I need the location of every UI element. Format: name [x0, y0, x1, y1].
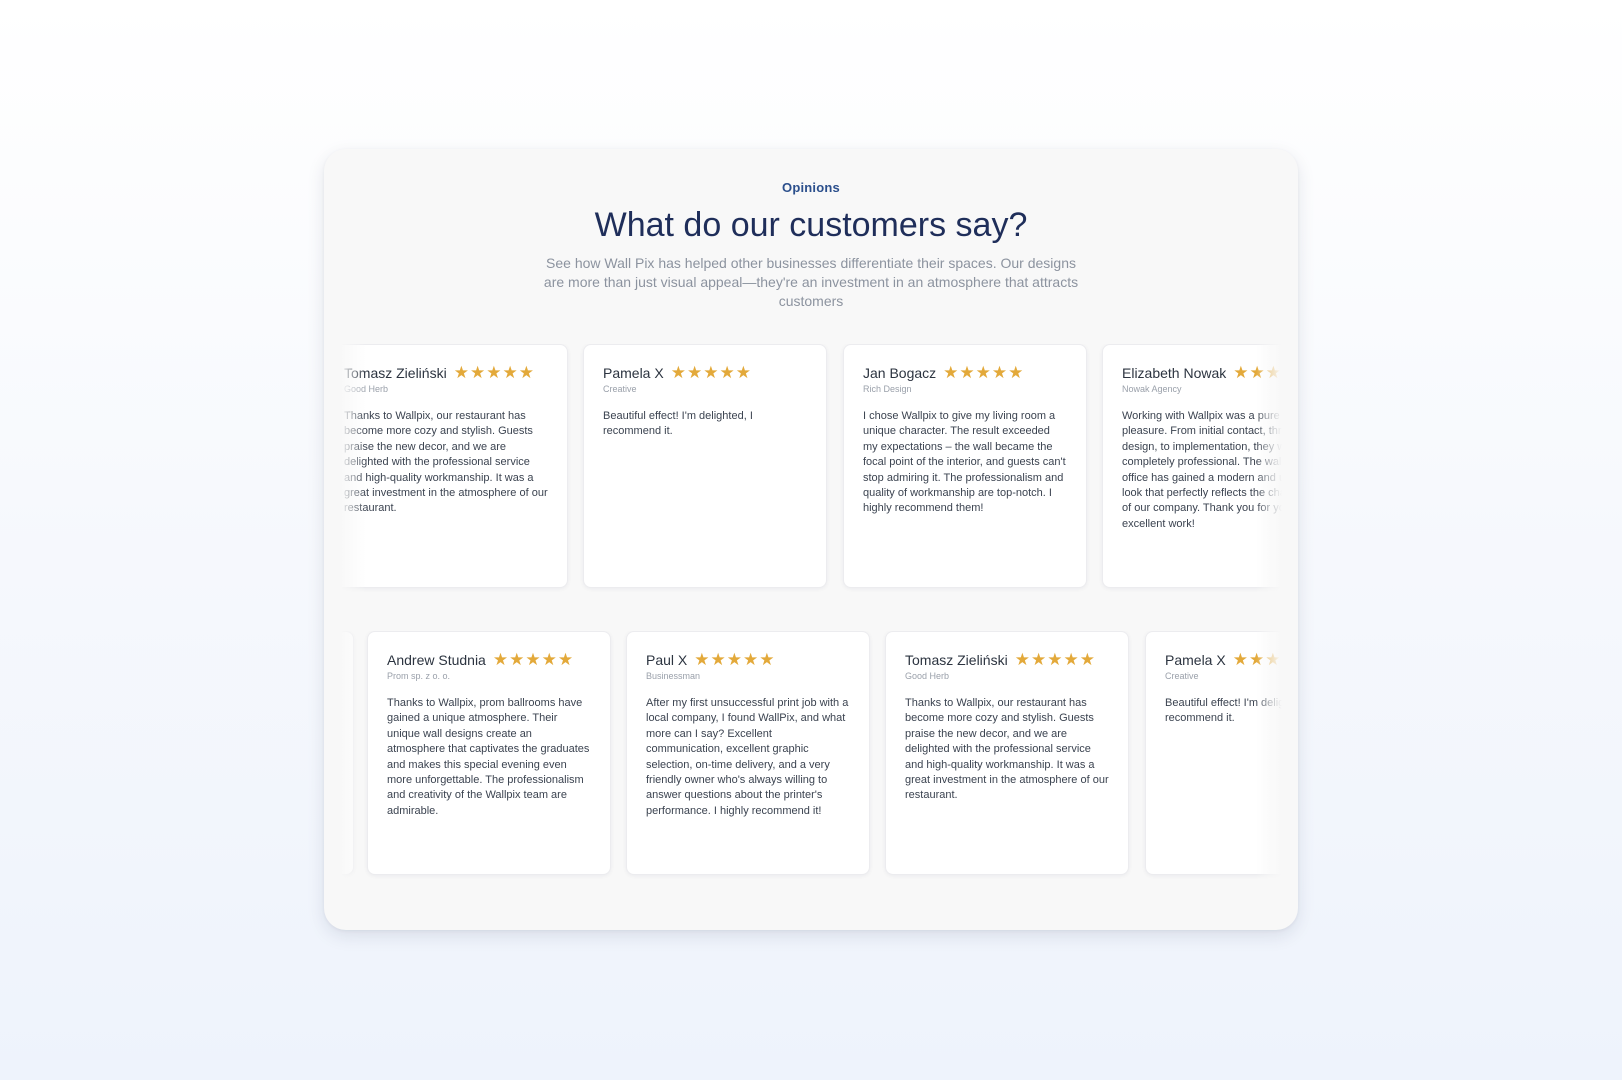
rating-stars: ★★★★★ — [493, 651, 573, 668]
section-title: What do our customers say? — [594, 206, 1028, 244]
review-text: Beautiful effect! I'm delighted, I recom… — [1165, 697, 1282, 725]
star-icon: ★ — [719, 363, 735, 382]
card-header: Andrew Studnia ★ ★ ★ ★ ★ — [387, 651, 573, 668]
star-icon: ★ — [557, 650, 574, 669]
star-icon: ★ — [1030, 650, 1047, 669]
star-icon: ★ — [1047, 650, 1063, 669]
star-icon: ★ — [1281, 651, 1282, 668]
rating-stars: ★★★★★ — [454, 364, 534, 381]
testimonial-card: Andrew Studnia ★ ★ ★ ★ ★ Prom sp. z o. o. Th… — [367, 631, 611, 875]
card-header: Tomasz Zieliński ★ ★ ★ ★ ★ — [344, 364, 534, 381]
rating-stars: ★★★★★ — [1233, 364, 1282, 381]
reviewer-name: Jan Bogacz — [863, 364, 937, 381]
rating-stars: ★★★★★ — [943, 364, 1023, 381]
review-text: Thanks to Wallpix, our restaurant has be… — [344, 410, 548, 515]
testimonial-card: Tomasz Zieliński ★ ★ ★ ★ ★ Good Herb Thanks … — [885, 631, 1129, 875]
star-icon: ★ — [943, 363, 959, 382]
card-header: Tomasz Zieliński ★ ★ ★ ★ ★ — [905, 651, 1095, 668]
card-header: Pamela X ★★★★★ — [1165, 651, 1282, 668]
reviewer-name: Tomasz Zieliński — [344, 364, 447, 381]
star-icon: ★ — [1233, 363, 1249, 382]
reviewer-company: Good Herb — [905, 671, 950, 681]
star-icon: ★ — [1248, 650, 1265, 669]
review-text: Working with Wallpix was a pure pleasure… — [1122, 410, 1282, 530]
star-icon: ★ — [518, 363, 534, 382]
star-icon: ★ — [1063, 650, 1079, 669]
review-text: Thanks to Wallpix, our restaurant has be… — [905, 697, 1109, 802]
testimonial-card: Pamela X ★★★★★ Creative Beautiful effect… — [1145, 631, 1282, 875]
testimonials-section: Opinions What do our customers say? See … — [324, 149, 1298, 930]
testimonials-carousel-row-2[interactable]: Andrew Studnia ★ ★ ★ ★ ★ Prom sp. z o. o. Th… — [340, 631, 1282, 879]
reviewer-company: Creative — [603, 384, 637, 394]
star-icon: ★ — [1265, 363, 1282, 382]
card-header: Paul X ★ ★ ★ ★ ★ — [646, 651, 775, 668]
reviewer-company: Creative — [1165, 671, 1199, 681]
star-icon: ★ — [1249, 363, 1265, 382]
star-icon: ★ — [710, 650, 726, 669]
reviewer-company: Good Herb — [344, 384, 389, 394]
star-icon: ★ — [670, 363, 686, 382]
testimonial-card: Paul X ★ ★ ★ ★ ★ Businessman After my first … — [626, 631, 870, 875]
star-icon: ★ — [1079, 650, 1095, 669]
review-text: Thanks to Wallpix, prom ballrooms have g… — [387, 697, 590, 817]
card-header: Elizabeth Nowak ★★★★★ — [1122, 364, 1282, 381]
section-eyebrow: Opinions — [782, 180, 840, 195]
star-icon: ★ — [541, 650, 557, 669]
review-text: After my first unsuccessful print job wi… — [646, 697, 849, 817]
testimonial-card: Tomasz Zieliński ★ ★ ★ ★ ★ Good Herb Thanks … — [340, 344, 568, 588]
star-icon: ★ — [743, 650, 759, 669]
rating-stars: ★★★★★ — [1233, 651, 1282, 668]
reviewer-name: Elizabeth Nowak — [1122, 364, 1227, 381]
reviewer-name: Andrew Studnia — [387, 651, 486, 668]
testimonial-card: Pamela X ★★★★★ Creative Beautiful effect… — [583, 344, 827, 588]
review-text: Beautiful effect! I'm delighted, I recom… — [603, 410, 753, 438]
star-icon: ★ — [1008, 363, 1024, 382]
star-icon: ★ — [1014, 650, 1030, 669]
reviewer-company: Prom sp. z o. o. — [387, 671, 451, 681]
reviewer-name: Pamela X — [1165, 651, 1226, 668]
star-icon: ★ — [486, 363, 502, 382]
star-icon: ★ — [735, 363, 751, 382]
star-icon: ★ — [1265, 650, 1281, 669]
star-icon: ★ — [502, 363, 518, 382]
testimonials-carousel-row-1[interactable]: Tomasz Zieliński ★ ★ ★ ★ ★ Good Herb Thanks … — [340, 344, 1282, 592]
testimonial-card: Jan Bogacz ★ ★ ★ ★ ★ Rich Design I chose Wal… — [843, 344, 1087, 588]
rating-stars: ★★★★★ — [1015, 651, 1095, 668]
section-subtitle: See how Wall Pix has helped other busine… — [543, 255, 1079, 309]
card-header: Jan Bogacz ★ ★ ★ ★ ★ — [863, 364, 1023, 381]
star-icon: ★ — [959, 363, 975, 382]
star-icon: ★ — [1232, 650, 1248, 669]
star-icon: ★ — [759, 650, 775, 669]
review-text: I chose Wallpix to give my living room a… — [863, 410, 1066, 515]
star-icon: ★ — [469, 363, 486, 382]
star-icon: ★ — [975, 363, 991, 382]
reviewer-name: Tomasz Zieliński — [905, 651, 1008, 668]
star-icon: ★ — [525, 650, 541, 669]
reviewer-name: Paul X — [646, 651, 688, 668]
star-icon: ★ — [726, 650, 742, 669]
reviewer-company: Businessman — [646, 671, 701, 681]
rating-stars: ★★★★★ — [671, 364, 751, 381]
card-header: Pamela X ★★★★★ — [603, 364, 751, 381]
star-icon: ★ — [991, 363, 1008, 382]
reviewer-name: Pamela X — [603, 364, 664, 381]
star-icon: ★ — [509, 650, 525, 669]
star-icon: ★ — [492, 650, 509, 669]
reviewer-company: Nowak Agency — [1122, 384, 1182, 394]
reviewer-company: Rich Design — [863, 384, 912, 394]
star-icon: ★ — [686, 363, 703, 382]
star-icon: ★ — [694, 650, 710, 669]
testimonial-card-partial — [340, 631, 354, 875]
rating-stars: ★★★★★ — [694, 651, 774, 668]
star-icon: ★ — [703, 363, 719, 382]
testimonial-card: Elizabeth Nowak ★★★★★ Nowak Agency Worki… — [1102, 344, 1282, 588]
star-icon: ★ — [453, 363, 469, 382]
